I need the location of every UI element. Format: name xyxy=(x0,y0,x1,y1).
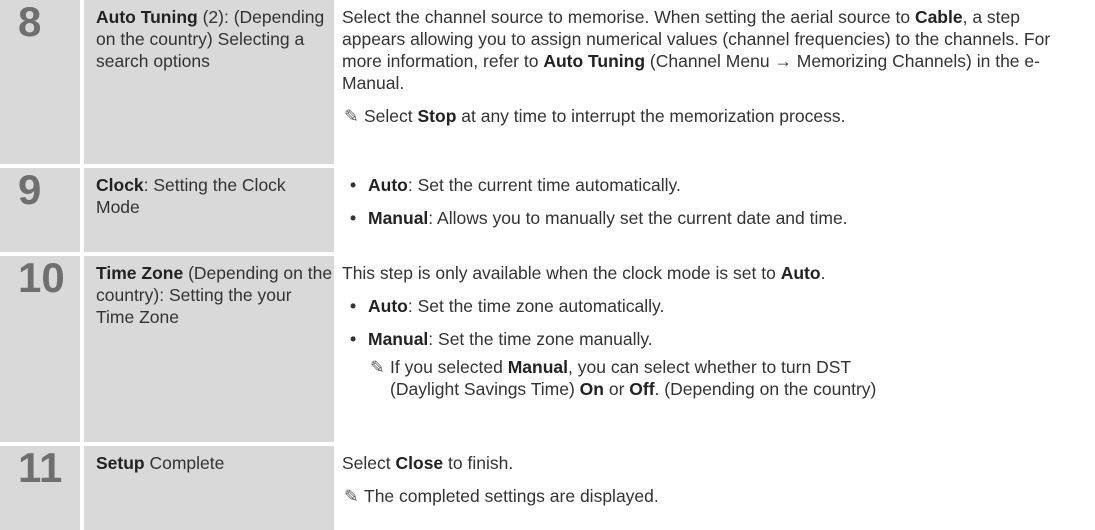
note-text: . (Depending on the country) xyxy=(654,379,877,399)
note-bold: Off xyxy=(629,379,655,399)
bullet-item: Auto: Set the time zone automatically. xyxy=(342,295,1095,317)
step-title-cell: Clock: Setting the Clock Mode xyxy=(84,168,334,252)
desc-text: . xyxy=(820,263,826,283)
description-paragraph: Select the channel source to memorise. W… xyxy=(342,6,1087,94)
table-row-8: 8 Auto Tuning (2): (Depending on the cou… xyxy=(0,0,1095,164)
bullet-bold: Manual xyxy=(368,329,429,349)
step-description: Select Close to finish. ✎ The completed s… xyxy=(338,446,1095,507)
desc-bold: Auto xyxy=(780,263,821,283)
step-title-bold: Setup xyxy=(96,453,145,473)
bullet-bold: Manual xyxy=(368,208,429,228)
step-number: 8 xyxy=(18,0,42,45)
bullet-item: Manual: Set the time zone manually. xyxy=(342,328,1095,350)
bullet-text: : Set the time zone manually. xyxy=(428,329,653,349)
step-description: This step is only available when the clo… xyxy=(338,256,1095,400)
table-row-10: 10 Time Zone (Depending on the country):… xyxy=(0,254,1095,442)
note-bold: Manual xyxy=(507,357,569,377)
step-number-cell: 11 xyxy=(0,444,80,530)
note-line: ✎ The completed settings are displayed. xyxy=(342,485,1095,507)
bullet-bold: Auto xyxy=(368,175,408,195)
note-bold: On xyxy=(579,379,604,399)
note-text: If you selected xyxy=(390,357,508,377)
step-description: Select the channel source to memorise. W… xyxy=(338,0,1095,127)
desc-text: Select xyxy=(342,453,396,473)
step-number-cell: 9 xyxy=(0,166,80,252)
desc-text: to finish. xyxy=(443,453,514,473)
bullet-bold: Auto xyxy=(368,296,408,316)
step-title-bold: Time Zone xyxy=(96,263,184,283)
sub-note-continued: (Daylight Savings Time) On or Off. (Depe… xyxy=(342,378,1095,400)
bullet-item: Manual: Allows you to manually set the c… xyxy=(342,207,1095,229)
step-number: 9 xyxy=(18,166,42,213)
step-number-cell: 10 xyxy=(0,254,80,442)
description-paragraph: This step is only available when the clo… xyxy=(342,262,1095,284)
note-line: ✎ Select Stop at any time to interrupt th… xyxy=(342,105,1095,127)
desc-text: This step is only available when the clo… xyxy=(342,263,781,283)
step-title-bold: Auto Tuning xyxy=(96,7,198,27)
note-text: at any time to interrupt the memorizatio… xyxy=(456,106,846,126)
pencil-note-icon: ✎ xyxy=(344,486,359,506)
note-text: (Daylight Savings Time) xyxy=(390,379,580,399)
note-text: The completed settings are displayed. xyxy=(364,486,659,506)
step-title-cell: Auto Tuning (2): (Depending on the count… xyxy=(84,0,334,164)
step-description: Auto: Set the current time automatically… xyxy=(338,168,1095,229)
desc-bold: Cable xyxy=(914,7,963,27)
pencil-note-icon: ✎ xyxy=(370,357,385,377)
bullet-text: : Set the current time automatically. xyxy=(407,175,681,195)
step-number: 11 xyxy=(18,444,63,491)
description-paragraph: Select Close to finish. xyxy=(342,452,1095,474)
table-row-9: 9 Clock: Setting the Clock Mode Auto: Se… xyxy=(0,166,1095,252)
pencil-note-icon: ✎ xyxy=(344,106,359,126)
table-row-11: 11 Setup Complete Select Close to finish… xyxy=(0,444,1095,530)
note-text: or xyxy=(603,379,630,399)
desc-bold: Auto Tuning xyxy=(543,51,646,71)
note-text: , you can select whether to turn DST xyxy=(568,357,852,377)
bullet-text: : Set the time zone automatically. xyxy=(407,296,665,316)
step-number-cell: 8 xyxy=(0,0,80,164)
step-title-text: Complete xyxy=(144,453,225,473)
note-bold: Stop xyxy=(417,106,457,126)
step-title-cell: Time Zone (Depending on the country): Se… xyxy=(84,256,334,442)
step-number: 10 xyxy=(18,254,65,301)
bullet-text: : Allows you to manually set the current… xyxy=(428,208,848,228)
bullet-item: Auto: Set the current time automatically… xyxy=(342,174,1095,196)
desc-text: Select the channel source to memorise. W… xyxy=(342,7,915,27)
note-text: Select xyxy=(364,106,418,126)
sub-note: ✎ If you selected Manual, you can select … xyxy=(342,356,1095,378)
step-title-cell: Setup Complete xyxy=(84,446,334,530)
step-title-bold: Clock xyxy=(96,175,144,195)
desc-bold: Close xyxy=(395,453,444,473)
